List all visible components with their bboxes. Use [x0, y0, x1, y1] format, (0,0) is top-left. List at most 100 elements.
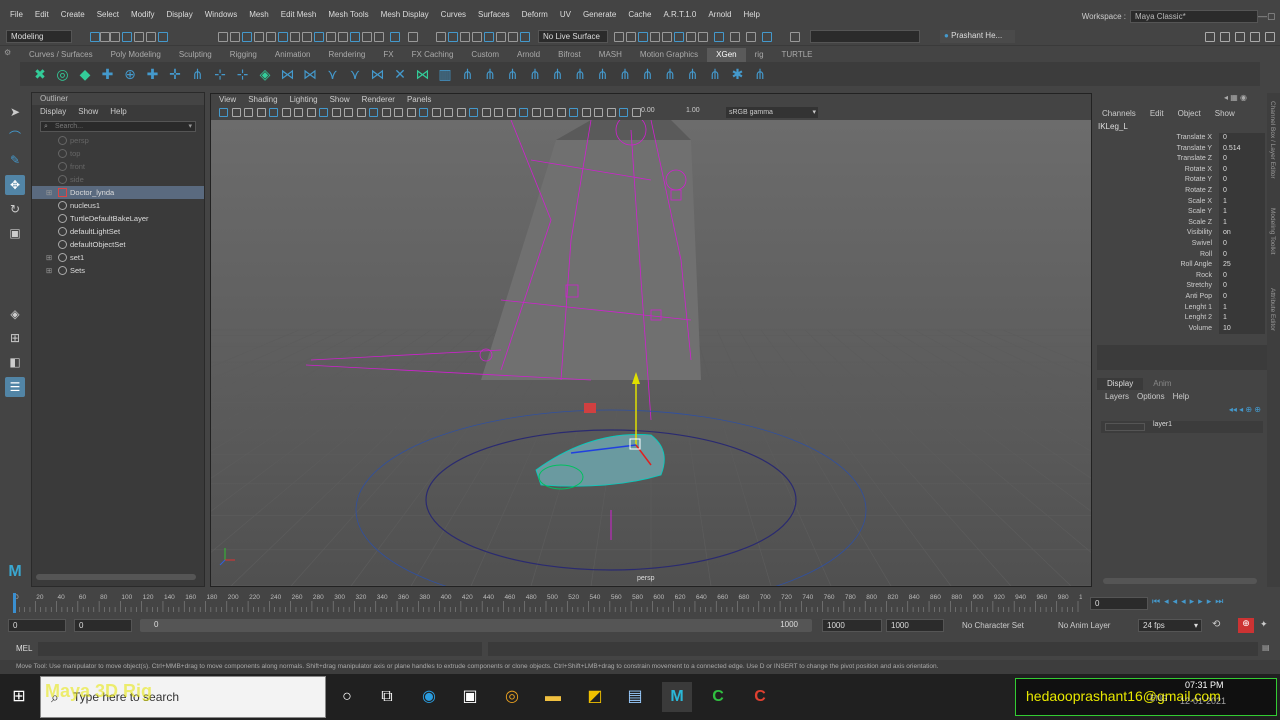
- viewport-tool-icon[interactable]: [469, 108, 478, 117]
- outliner-item[interactable]: persp: [32, 134, 204, 147]
- outliner-layout-icon[interactable]: ☰: [5, 377, 25, 397]
- menu-edit-mesh[interactable]: Edit Mesh: [275, 10, 323, 19]
- channel-value[interactable]: 1: [1219, 217, 1265, 229]
- expand-icon[interactable]: ⊞: [46, 251, 52, 264]
- chrome-icon[interactable]: ◎: [497, 682, 527, 712]
- camtasia-green-icon[interactable]: C: [703, 682, 733, 712]
- outliner-scrollbar[interactable]: [36, 574, 196, 580]
- live-surface-field[interactable]: No Live Surface: [538, 30, 608, 43]
- channel-row[interactable]: Rotate Y 0: [1097, 175, 1267, 186]
- channel-value[interactable]: 0: [1219, 239, 1265, 250]
- menu-select[interactable]: Select: [91, 10, 125, 19]
- windows-start-icon[interactable]: ⊞: [4, 682, 34, 712]
- file-explorer-icon[interactable]: ▬: [538, 682, 568, 712]
- panel-toggle-icon[interactable]: [1250, 32, 1260, 42]
- viewport-tool-icon[interactable]: [394, 108, 403, 117]
- outliner-item[interactable]: ⊞ set1: [32, 251, 204, 264]
- statusline-tool-icon[interactable]: [390, 32, 400, 42]
- statusline-tool-icon[interactable]: [408, 32, 418, 42]
- outliner-item[interactable]: side: [32, 173, 204, 186]
- menu-create[interactable]: Create: [55, 10, 91, 19]
- statusline-tool-icon[interactable]: [110, 32, 120, 42]
- shelf-tool-icon[interactable]: ⋎: [325, 66, 341, 82]
- viewport-tool-icon[interactable]: [269, 108, 278, 117]
- channel-value[interactable]: 0: [1219, 154, 1265, 165]
- channel-value[interactable]: 1: [1219, 196, 1265, 208]
- channel-row[interactable]: Rotate X 0: [1097, 164, 1267, 176]
- statusline-tool-icon[interactable]: [278, 32, 288, 42]
- statusline-tool-icon[interactable]: [650, 32, 660, 42]
- task-view-icon[interactable]: ⧉: [372, 682, 402, 712]
- end-time-field[interactable]: 1000: [886, 619, 944, 632]
- shelf-tool-icon[interactable]: ⋔: [505, 66, 521, 82]
- viewport-tool-icon[interactable]: [319, 108, 328, 117]
- expand-icon[interactable]: ⊞: [46, 264, 52, 277]
- channel-row[interactable]: Roll Angle 25: [1097, 260, 1267, 271]
- viewport-tool-icon[interactable]: [244, 108, 253, 117]
- input-line-field[interactable]: [810, 30, 920, 43]
- shelf-tab-custom[interactable]: Custom: [462, 48, 508, 62]
- statusline-tool-icon[interactable]: [254, 32, 264, 42]
- lasso-tool-icon[interactable]: ⌒: [5, 127, 25, 147]
- menu-generate[interactable]: Generate: [577, 10, 622, 19]
- shelf-tab-xgen[interactable]: XGen: [707, 48, 746, 62]
- channel-row[interactable]: Scale Z 1: [1097, 217, 1267, 229]
- outliner-menu-show[interactable]: Show: [78, 105, 98, 119]
- outliner-menu-help[interactable]: Help: [110, 105, 126, 119]
- statusline-tool-icon[interactable]: [122, 32, 132, 42]
- four-pane-layout-icon[interactable]: ⊞: [5, 328, 25, 348]
- select-tool-icon[interactable]: ➤: [5, 102, 25, 122]
- shelf-tool-icon[interactable]: ⋔: [190, 66, 206, 82]
- shelf-tool-icon[interactable]: ✕: [392, 66, 408, 82]
- shelf-tool-icon[interactable]: ⋔: [685, 66, 701, 82]
- channel-value[interactable]: 1: [1219, 313, 1265, 324]
- viewport-tool-icon[interactable]: [531, 108, 541, 117]
- cortana-icon[interactable]: ○: [332, 682, 362, 712]
- fps-dropdown[interactable]: 24 fps ▾: [1138, 619, 1202, 632]
- expand-icon[interactable]: ⊞: [46, 186, 52, 199]
- move-tool-icon[interactable]: ✥: [5, 175, 25, 195]
- statusline-tool-icon[interactable]: [230, 32, 240, 42]
- shelf-tool-icon[interactable]: ◎: [55, 66, 71, 82]
- menu-surfaces[interactable]: Surfaces: [472, 10, 516, 19]
- shelf-tool-icon[interactable]: ⋔: [617, 66, 633, 82]
- shelf-tool-icon[interactable]: ✖: [32, 66, 48, 82]
- channel-value[interactable]: 0: [1219, 164, 1265, 176]
- viewport-tool-icon[interactable]: [456, 108, 466, 117]
- shelf-tool-icon[interactable]: ⋔: [662, 66, 678, 82]
- viewport-tool-icon[interactable]: [506, 108, 516, 117]
- shelf-tool-icon[interactable]: ⋈: [370, 66, 386, 82]
- layer-menu-layers[interactable]: Layers: [1105, 392, 1129, 401]
- playback-controls[interactable]: ⏮◂◂◂▸▸▸⏭: [1152, 596, 1227, 607]
- statusline-tool-icon[interactable]: [290, 32, 300, 42]
- statusline-tool-icon[interactable]: [218, 32, 228, 42]
- shelf-tab-rig[interactable]: rig: [746, 48, 773, 62]
- channel-box-menu-show[interactable]: Show: [1215, 109, 1235, 118]
- shelf-tab-sculpting[interactable]: Sculpting: [170, 48, 221, 62]
- shelf-tool-icon[interactable]: ✛: [167, 66, 183, 82]
- channel-value[interactable]: 0: [1219, 270, 1265, 282]
- shelf-tab-arnold[interactable]: Arnold: [508, 48, 549, 62]
- single-pane-layout-icon[interactable]: ◈: [5, 304, 25, 324]
- user-account-button[interactable]: ● Prashant He...: [940, 30, 1015, 43]
- statusline-tool-icon[interactable]: [448, 32, 458, 42]
- shelf-tool-icon[interactable]: ▥: [437, 66, 453, 82]
- menu-file[interactable]: File: [4, 10, 29, 19]
- outliner-item[interactable]: nucleus1: [32, 199, 204, 212]
- channel-value[interactable]: 0: [1219, 292, 1265, 303]
- maya-taskbar-icon[interactable]: M: [662, 682, 692, 712]
- side-tab[interactable]: Modeling Toolkit: [1269, 208, 1276, 255]
- channel-row[interactable]: Translate Z 0: [1097, 154, 1267, 165]
- viewport-tool-icon[interactable]: [419, 108, 428, 117]
- statusline-tool-icon[interactable]: [614, 32, 624, 42]
- layer-tab-anim[interactable]: Anim: [1143, 378, 1181, 390]
- channel-row[interactable]: Scale X 1: [1097, 196, 1267, 208]
- menu-arnold[interactable]: Arnold: [702, 10, 737, 19]
- statusline-tool-icon[interactable]: [242, 32, 252, 42]
- statusline-tool-icon[interactable]: [790, 32, 800, 42]
- exposure-value[interactable]: 0.00: [641, 107, 655, 114]
- statusline-tool-icon[interactable]: [158, 32, 168, 42]
- statusline-tool-icon[interactable]: [484, 32, 494, 42]
- paint-select-tool-icon[interactable]: ✎: [5, 150, 25, 170]
- colorspace-dropdown[interactable]: sRGB gamma ▾: [726, 107, 818, 118]
